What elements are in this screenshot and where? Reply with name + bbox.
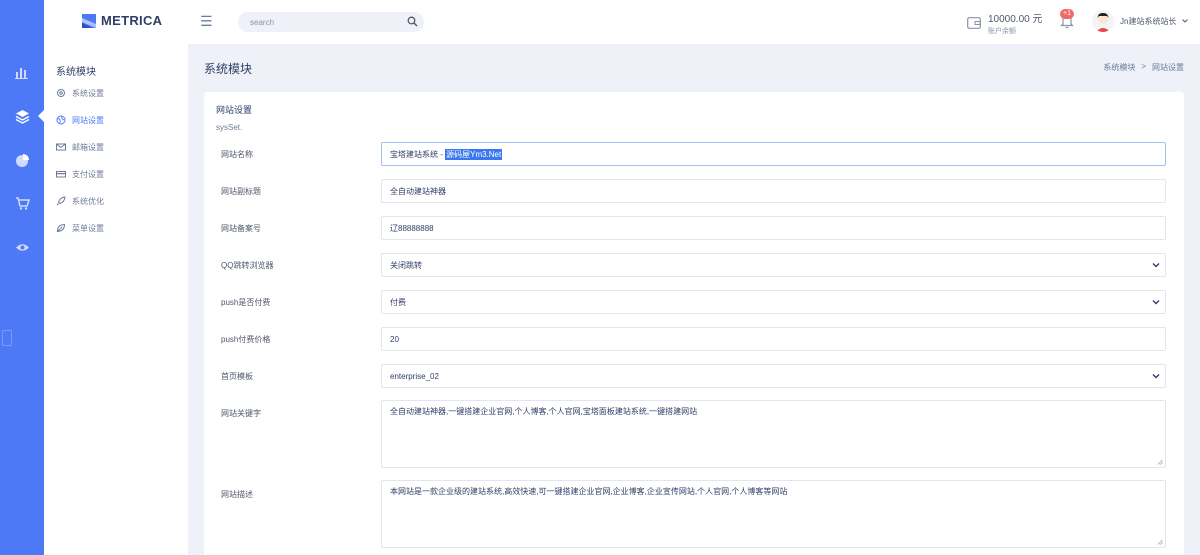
- search-input[interactable]: [250, 15, 400, 29]
- collapse-handle[interactable]: [2, 330, 12, 346]
- subnav-item-label: 网站设置: [72, 115, 104, 125]
- site-keywords-textarea[interactable]: 全自动建站神器,一键搭建企业官网,个人博客,个人官网,宝塔面板建站系统,一键搭建…: [381, 400, 1166, 468]
- icp-number-input[interactable]: 辽88888888: [381, 216, 1166, 240]
- field-label-qq-redirect: QQ跳转浏览器: [221, 261, 274, 270]
- breadcrumb-separator: >: [1141, 62, 1146, 71]
- pie-chart-icon[interactable]: [12, 150, 32, 170]
- credit-card-icon: [56, 169, 66, 179]
- site-subtitle-input[interactable]: 全自动建站神器: [381, 179, 1166, 203]
- leaf-icon: [56, 223, 66, 233]
- qq-redirect-select[interactable]: 关闭跳转: [381, 253, 1166, 277]
- field-label-push-price: push付费价格: [221, 335, 271, 344]
- site-name-prefix: 宝塔建站系统 -: [390, 149, 446, 159]
- resize-grip-icon[interactable]: [1157, 539, 1163, 545]
- brand-name: METRICA: [101, 13, 163, 28]
- avatar: [1092, 10, 1114, 32]
- breadcrumb-item[interactable]: 系统模块: [1103, 62, 1135, 73]
- eye-icon[interactable]: [12, 237, 32, 257]
- subnav-title: 系统模块: [56, 67, 96, 78]
- chevron-down-icon: [1182, 19, 1189, 23]
- field-label-site-keywords: 网站关键字: [221, 409, 261, 418]
- cart-icon[interactable]: [12, 193, 32, 213]
- site-subtitle-value: 全自动建站神器: [390, 186, 446, 196]
- wallet-balance[interactable]: 10000.00 元 账户余额: [967, 10, 1043, 36]
- push-price-input[interactable]: 20: [381, 327, 1166, 351]
- logo-icon: [82, 13, 96, 28]
- site-description-textarea[interactable]: 本网站是一款企业级的建站系统,高效快速,可一键搭建企业官网,企业博客,企业宣传网…: [381, 480, 1166, 548]
- icon-rail: [0, 0, 44, 555]
- site-keywords-value: 全自动建站神器,一键搭建企业官网,个人博客,个人官网,宝塔面板建站系统,一键搭建…: [390, 407, 698, 416]
- chevron-down-icon: [1152, 300, 1160, 305]
- field-label-push-paid: push是否付费: [221, 298, 271, 307]
- homepage-template-value: enterprise_02: [390, 371, 439, 381]
- field-label-site-description: 网站描述: [221, 490, 253, 499]
- breadcrumb-item-current: 网站设置: [1152, 63, 1184, 72]
- notification-badge: +1: [1060, 9, 1074, 19]
- card-title: 网站设置: [216, 105, 253, 115]
- wallet-icon: [967, 17, 981, 29]
- icp-number-value: 辽88888888: [390, 223, 434, 233]
- breadcrumb: 系统模块 > 网站设置: [1103, 62, 1184, 73]
- subnav-item-payment-settings[interactable]: 支付设置: [56, 167, 104, 181]
- field-label-site-subtitle: 网站副标题: [221, 187, 261, 196]
- subnav-item-label: 系统设置: [72, 88, 104, 98]
- subnav-item-label: 菜单设置: [72, 223, 104, 233]
- page-title: 系统模块: [204, 62, 253, 76]
- brand-logo[interactable]: METRICA: [82, 13, 162, 28]
- subnav-item-label: 邮箱设置: [72, 142, 104, 152]
- user-menu[interactable]: Jn建站系统站长: [1092, 10, 1189, 32]
- search-icon[interactable]: [407, 16, 418, 29]
- chevron-down-icon: [1152, 374, 1160, 379]
- site-description-value: 本网站是一款企业级的建站系统,高效快速,可一键搭建企业官网,企业博客,企业宣传网…: [390, 487, 788, 496]
- push-price-value: 20: [390, 334, 399, 344]
- homepage-template-select[interactable]: enterprise_02: [381, 364, 1166, 388]
- subnav-item-site-settings[interactable]: 网站设置: [56, 113, 104, 127]
- gear-icon: [56, 88, 66, 98]
- top-header: METRICA ☰ 10000.00 元 账户余额 +1 Jn建站系统站长: [44, 0, 1200, 44]
- bar-chart-icon[interactable]: [12, 62, 32, 82]
- resize-grip-icon[interactable]: [1157, 459, 1163, 465]
- qq-redirect-value: 关闭跳转: [390, 260, 422, 270]
- subnav-item-system-settings[interactable]: 系统设置: [56, 86, 104, 100]
- push-paid-value: 付费: [390, 297, 406, 307]
- wallet-label: 账户余额: [988, 28, 1016, 35]
- menu-toggle-icon[interactable]: ☰: [200, 13, 213, 30]
- field-label-homepage-template: 首页模板: [221, 372, 253, 381]
- search-bar: [238, 12, 424, 32]
- site-name-input[interactable]: 宝塔建站系统 - 源码屋Ym3.Net: [381, 142, 1166, 166]
- layers-icon[interactable]: [12, 106, 32, 126]
- subnav-item-menu-settings[interactable]: 菜单设置: [56, 221, 104, 235]
- subnav-item-mail-settings[interactable]: 邮箱设置: [56, 140, 104, 154]
- subnav-item-system-optimization[interactable]: 系统优化: [56, 194, 104, 208]
- globe-icon: [56, 115, 66, 125]
- card-subtitle: sysSet.: [216, 123, 243, 132]
- mail-icon: [56, 142, 66, 152]
- chevron-down-icon: [1152, 263, 1160, 268]
- wallet-amount: 10000.00 元: [988, 14, 1043, 25]
- subnav-item-label: 系统优化: [72, 196, 104, 206]
- settings-card: 网站设置 sysSet. 网站名称 宝塔建站系统 - 源码屋Ym3.Net 网站…: [204, 92, 1184, 555]
- push-paid-select[interactable]: 付费: [381, 290, 1166, 314]
- sub-sidebar: 系统模块 系统设置 网站设置 邮箱设置 支付设置 系统优化 菜单设置: [44, 44, 188, 555]
- site-name-selection: 源码屋Ym3.Net: [445, 148, 503, 160]
- rocket-icon: [56, 196, 66, 206]
- subnav-item-label: 支付设置: [72, 169, 104, 179]
- field-label-site-name: 网站名称: [221, 150, 253, 159]
- user-name: Jn建站系统站长: [1120, 16, 1177, 26]
- field-label-icp-number: 网站备案号: [221, 224, 261, 233]
